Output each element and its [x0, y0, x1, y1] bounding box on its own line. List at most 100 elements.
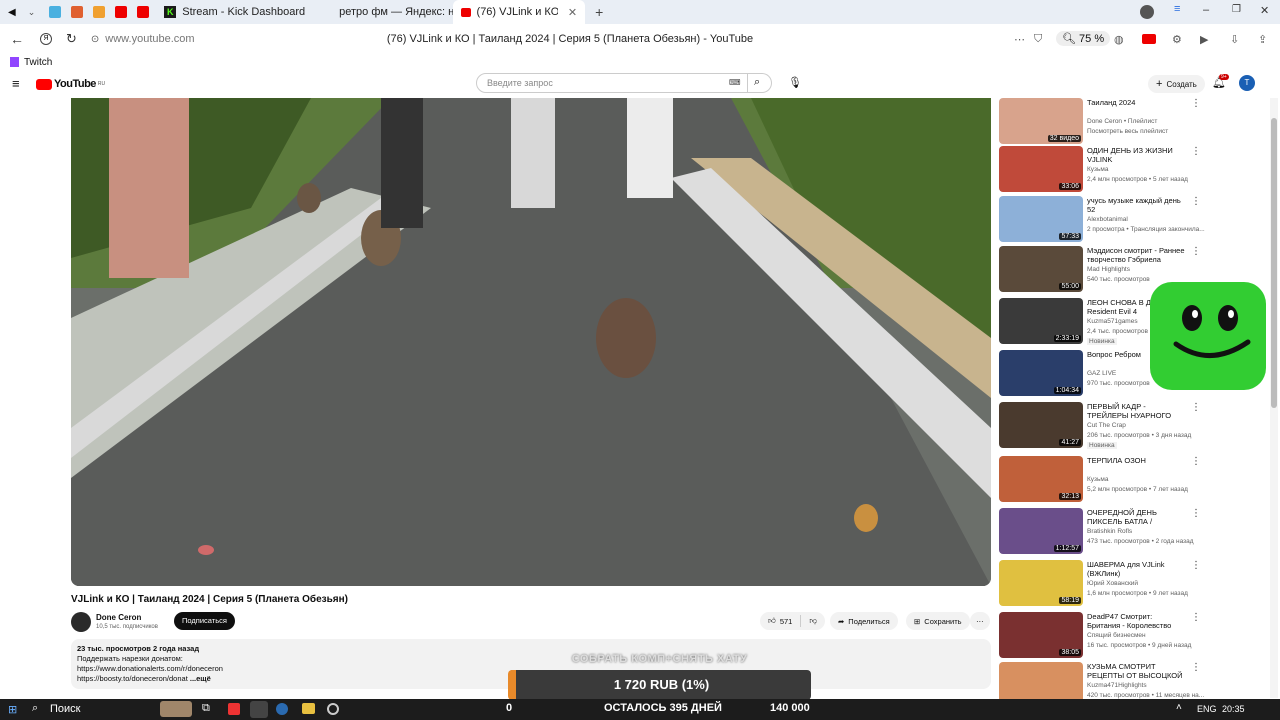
more-link[interactable]: ...ещё: [190, 674, 211, 683]
save-button[interactable]: ⊞ Сохранить: [906, 612, 970, 630]
language-indicator[interactable]: ENG: [1197, 704, 1217, 714]
tab-youtube-active[interactable]: (76) VJLink и КО | Та ✕: [453, 0, 586, 24]
hamburger-icon[interactable]: ≡: [12, 76, 20, 91]
recommendation-channel[interactable]: Bratishkin Rofls: [1087, 528, 1132, 535]
avatar[interactable]: [1140, 5, 1154, 19]
recommendation-thumbnail[interactable]: 41:27: [999, 402, 1083, 448]
recommendation-channel[interactable]: Юрий Хованский: [1087, 580, 1138, 587]
zoom-indicator[interactable]: 🔍︎ 75 %: [1056, 31, 1111, 46]
new-tab-icon[interactable]: +: [595, 4, 603, 20]
more-options-icon[interactable]: ⋮: [1191, 402, 1201, 413]
thumbs-down-icon[interactable]: 👎︎: [809, 616, 817, 626]
recommendation-thumbnail[interactable]: 1:04:34: [999, 350, 1083, 396]
recommendation-title[interactable]: ПЕРВЫЙ КАДР - ТРЕЙЛЕРЫ НУАРНОГО ПАУКА...: [1087, 402, 1187, 420]
explorer-icon[interactable]: [302, 703, 315, 714]
subscribe-button[interactable]: Подписаться: [174, 612, 235, 630]
youtube-icon[interactable]: [137, 6, 150, 18]
user-avatar[interactable]: T: [1239, 75, 1255, 91]
tab-kick[interactable]: K Stream - Kick Dashboard: [156, 0, 313, 24]
recommendation-title[interactable]: Мэддисон смотрит - Раннее творчество Гэб…: [1087, 246, 1187, 264]
mic-icon[interactable]: 🎙︎: [788, 76, 802, 89]
taskbar-search[interactable]: Поиск: [50, 703, 80, 715]
recommendation-channel[interactable]: Кузьма: [1087, 476, 1109, 483]
pinned-tab-icon[interactable]: [71, 6, 84, 18]
recommendation-thumbnail[interactable]: 57:33: [999, 196, 1083, 242]
page-scrollbar[interactable]: [1270, 98, 1278, 698]
search-input[interactable]: Введите запрос: [476, 73, 748, 93]
channel-name[interactable]: Done Ceron: [96, 613, 141, 622]
search-icon[interactable]: ⌕: [32, 702, 38, 715]
menu-icon[interactable]: ≡: [1174, 3, 1180, 15]
more-options-icon[interactable]: ⋮: [1191, 662, 1201, 673]
recommendation-channel[interactable]: Cut The Crap: [1087, 422, 1126, 429]
share-icon[interactable]: ⇪: [1258, 33, 1267, 46]
more-options-icon[interactable]: ⋮: [1191, 456, 1201, 467]
recommendation-thumbnail[interactable]: 2:33:19: [999, 298, 1083, 344]
recommendation-channel[interactable]: Kuzma471Highlights: [1087, 682, 1147, 689]
downloads-icon[interactable]: ⇩: [1230, 33, 1239, 46]
recommendation-channel[interactable]: Done Ceron • Плейлист: [1087, 118, 1157, 125]
recommendation-thumbnail[interactable]: 32:13: [999, 456, 1083, 502]
more-options-icon[interactable]: ⋮: [1191, 98, 1201, 109]
recommendation-thumbnail[interactable]: 38:05: [999, 612, 1083, 658]
like-button[interactable]: 👍︎ 571 👎︎: [760, 612, 825, 630]
more-icon[interactable]: ⋯: [1014, 33, 1025, 46]
channel-avatar[interactable]: [71, 612, 91, 632]
recommendation-item[interactable]: 58:19 ШАВЕРМА для VJLink (ВЖЛинк) Юрий Хов…: [999, 560, 1269, 608]
pinned-tab-icon[interactable]: [93, 6, 106, 18]
recommendation-title[interactable]: DeadP47 Смотрит: Британия - Королевство …: [1087, 612, 1187, 630]
clock[interactable]: 20:35: [1222, 704, 1245, 714]
recommendation-channel[interactable]: Alexbotanimal: [1087, 216, 1128, 223]
globe-icon[interactable]: ◍: [1114, 33, 1124, 46]
recommendation-item[interactable]: 38:05 DeadP47 Смотрит: Британия - Королев…: [999, 612, 1269, 660]
youtube-ext-icon[interactable]: [1142, 34, 1156, 44]
recommendation-thumbnail[interactable]: 32 видео: [999, 98, 1083, 144]
steam-icon[interactable]: [276, 703, 288, 715]
obs-icon[interactable]: [327, 703, 339, 715]
more-options-icon[interactable]: ⋮: [1191, 146, 1201, 157]
chevron-down-icon[interactable]: ⌄: [28, 7, 36, 18]
windows-start-icon[interactable]: ⊞: [8, 703, 17, 716]
recommendation-channel[interactable]: Кузьма: [1087, 166, 1109, 173]
bookmark-icon[interactable]: ⛉: [1034, 33, 1042, 46]
recommendation-thumbnail[interactable]: 1:12:57: [999, 508, 1083, 554]
recommendation-title[interactable]: ОЧЕРЕДНОЙ ДЕНЬ ПИКСЕЛЬ БАТЛА / БРАТИШКИН…: [1087, 508, 1187, 526]
keyboard-icon[interactable]: ⌨: [729, 78, 741, 87]
video-player[interactable]: [71, 98, 991, 586]
sound-icon[interactable]: ◀: [8, 7, 16, 18]
recommendation-title[interactable]: ОДИН ДЕНЬ ИЗ ЖИЗНИ VJLINK: [1087, 146, 1187, 164]
share-button[interactable]: ➦ Поделиться: [830, 612, 898, 630]
recommendation-channel[interactable]: Спящий бизнесмен: [1087, 632, 1146, 639]
browser-taskbar-icon[interactable]: [250, 701, 268, 718]
recommendation-title[interactable]: Таиланд 2024: [1087, 98, 1187, 107]
recommendation-item[interactable]: 57:33 учусь музыке каждый день 52 Alexbota…: [999, 196, 1269, 244]
recommendation-channel[interactable]: Mad Highlights: [1087, 266, 1130, 273]
create-button[interactable]: + Создать: [1148, 75, 1205, 93]
play-icon[interactable]: ▶: [1200, 33, 1208, 46]
tray-chevron-icon[interactable]: ˄: [1176, 702, 1182, 713]
tab-yandex[interactable]: ретро фм — Яндекс: наш: [325, 0, 453, 24]
recommendation-thumbnail[interactable]: 55:00: [999, 246, 1083, 292]
pinned-tab-icon[interactable]: [49, 6, 62, 18]
recommendation-item[interactable]: 33:06 ОДИН ДЕНЬ ИЗ ЖИЗНИ VJLINK Кузьма 2,4 …: [999, 146, 1269, 194]
minimize-icon[interactable]: –: [1203, 4, 1209, 16]
yandex-taskbar-icon[interactable]: [228, 703, 240, 715]
extensions-icon[interactable]: ⚙: [1172, 33, 1182, 46]
maximize-icon[interactable]: ❐: [1232, 4, 1241, 15]
recommendation-title[interactable]: учусь музыке каждый день 52: [1087, 196, 1187, 214]
more-options-icon[interactable]: ⋮: [1191, 560, 1201, 571]
close-icon[interactable]: ✕: [568, 6, 577, 19]
boosty-link[interactable]: https://boosty.to/doneceron/donat: [77, 674, 188, 683]
more-actions-button[interactable]: ⋯: [970, 612, 990, 630]
recommendation-item[interactable]: 32 видео Таиланд 2024 Done Ceron • Плейлис…: [999, 98, 1269, 146]
more-options-icon[interactable]: ⋮: [1191, 246, 1201, 257]
recommendation-title[interactable]: КУЗЬМА СМОТРИТ РЕЦЕПТЫ ОТ ВЫСОЦКОЙ #1: [1087, 662, 1187, 680]
search-button[interactable]: ⌕: [748, 73, 772, 93]
recommendation-channel[interactable]: GAZ LIVE: [1087, 370, 1116, 377]
recommendation-thumbnail[interactable]: 33:06: [999, 146, 1083, 192]
recommendation-item[interactable]: 32:13 ТЕРПИЛА ОЗОН Кузьма 5,2 млн просмотро…: [999, 456, 1269, 504]
recommendation-channel[interactable]: Kuzma571games: [1087, 318, 1138, 325]
recommendation-item[interactable]: 1:12:57 ОЧЕРЕДНОЙ ДЕНЬ ПИКСЕЛЬ БАТЛА / БР…: [999, 508, 1269, 556]
more-options-icon[interactable]: ⋮: [1191, 612, 1201, 623]
recommendation-thumbnail[interactable]: 58:19: [999, 560, 1083, 606]
